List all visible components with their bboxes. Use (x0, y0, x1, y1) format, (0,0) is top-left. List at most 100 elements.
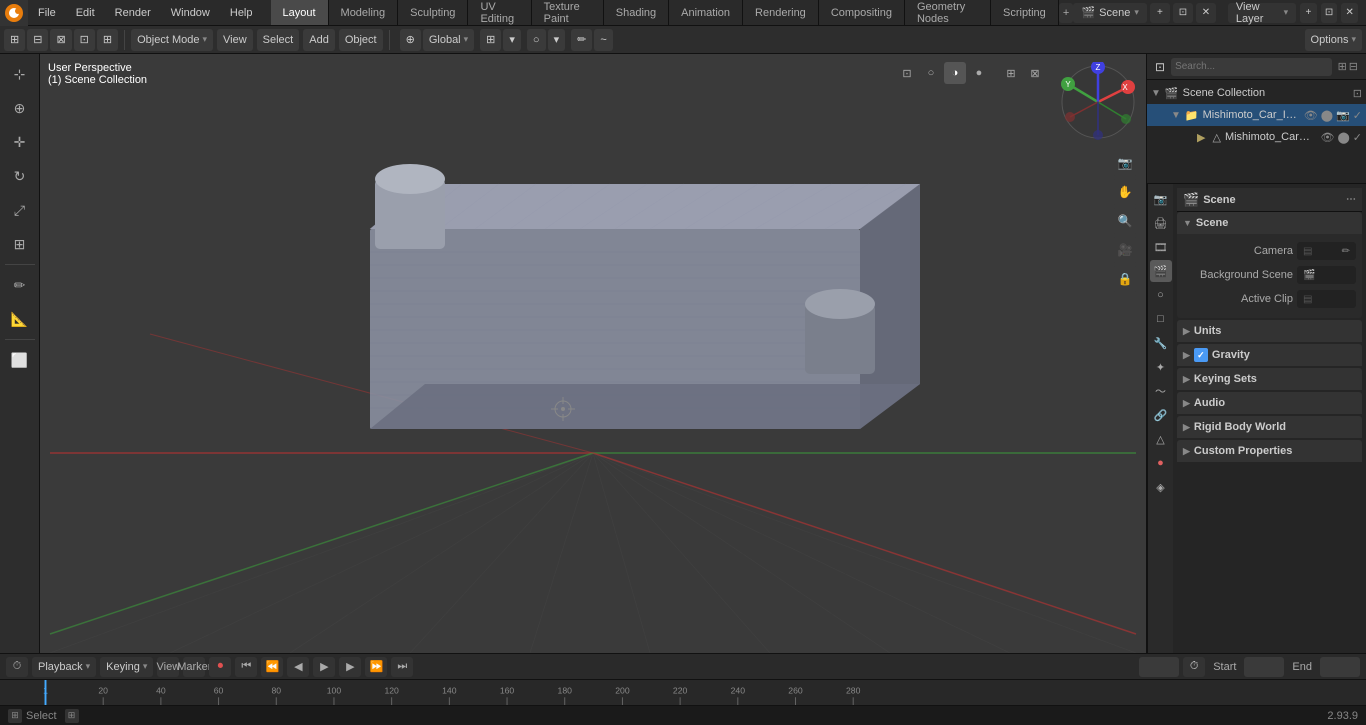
end-frame-input[interactable]: 250 (1320, 657, 1360, 677)
outliner-sort-btn[interactable]: ⊟ (1349, 60, 1358, 73)
item1-dot[interactable]: ⬤ (1321, 109, 1333, 122)
item1-camera[interactable]: 📷 (1336, 109, 1350, 122)
next-frame-button[interactable]: ⏩ (365, 657, 387, 677)
scene-unlink-button[interactable]: ✕ (1196, 3, 1216, 23)
add-workspace-button[interactable]: + (1059, 3, 1074, 23)
view-layer-options[interactable]: ⊡ (1321, 3, 1338, 23)
workspace-layout[interactable]: Layout (271, 0, 329, 25)
menu-help[interactable]: Help (220, 0, 263, 25)
snap-option[interactable]: ▾ (503, 29, 521, 51)
transform-axes[interactable]: ⊕ (400, 29, 421, 51)
view-menu[interactable]: View (217, 29, 253, 51)
nav-gizmo[interactable]: X Y Z (1058, 62, 1138, 142)
item2-dot[interactable]: ⬤ (1337, 131, 1349, 144)
annotation-btn[interactable]: ✏ (571, 29, 592, 51)
custom-props-header[interactable]: ▶ Custom Properties (1177, 440, 1362, 462)
lock-button[interactable]: 🔒 (1112, 266, 1138, 292)
workspace-scripting[interactable]: Scripting (991, 0, 1059, 25)
tool-select[interactable]: ⊹ (4, 58, 36, 90)
scene-add-button[interactable]: + (1150, 3, 1170, 23)
play-button[interactable]: ▶ (313, 657, 335, 677)
rendered-button[interactable]: ● (968, 62, 990, 84)
workspace-rendering[interactable]: Rendering (743, 0, 819, 25)
outliner-type-icon[interactable]: ⊡ (1155, 60, 1165, 74)
scene-section-header[interactable]: ▼ Scene (1177, 212, 1362, 234)
xray-button[interactable]: ⊠ (1024, 62, 1046, 84)
workspace-compositing[interactable]: Compositing (819, 0, 905, 25)
add-menu[interactable]: Add (303, 29, 335, 51)
units-section-header[interactable]: ▶ Units (1177, 320, 1362, 342)
material-button[interactable]: ◑ (944, 62, 966, 84)
outliner-search[interactable] (1171, 58, 1332, 76)
playback-dropdown[interactable]: Playback ▾ (32, 657, 96, 677)
mode-icon-1[interactable]: ⊞ (4, 29, 25, 51)
overlay-button[interactable]: ⊞ (1000, 62, 1022, 84)
camera2-button[interactable]: 🎥 (1112, 237, 1138, 263)
tool-measure[interactable]: 📐 (4, 303, 36, 335)
background-scene-value[interactable]: 🎬 (1297, 266, 1356, 284)
record-button[interactable]: ⏺ (209, 657, 231, 677)
view-layer-unlink[interactable]: ✕ (1341, 3, 1358, 23)
item2-eye[interactable]: 👁 (1321, 131, 1335, 144)
tool-cursor[interactable]: ⊕ (4, 92, 36, 124)
workspace-sculpting[interactable]: Sculpting (398, 0, 468, 25)
scene-selector[interactable]: 🎬 Scene ▾ (1073, 3, 1146, 23)
menu-window[interactable]: Window (161, 0, 220, 25)
workspace-animation[interactable]: Animation (669, 0, 743, 25)
workspace-uv-editing[interactable]: UV Editing (468, 0, 531, 25)
mode-icon-5[interactable]: ⊞ (97, 29, 118, 51)
prev-frame-button[interactable]: ⏪ (261, 657, 283, 677)
item1-eye[interactable]: 👁 (1304, 109, 1318, 122)
zoom-button[interactable]: 🔍 (1112, 208, 1138, 234)
menu-edit[interactable]: Edit (66, 0, 105, 25)
jump-start-button[interactable]: ⏮ (235, 657, 257, 677)
timeline-mode-btn[interactable]: ⏱ (6, 657, 28, 677)
select-menu[interactable]: Select (257, 29, 300, 51)
gravity-section-header[interactable]: ▶ ✓ Gravity (1177, 344, 1362, 366)
frame-clock-btn[interactable]: ⏱ (1183, 657, 1205, 677)
object-menu[interactable]: Object (339, 29, 383, 51)
keying-sets-header[interactable]: ▶ Keying Sets (1177, 368, 1362, 390)
props-shader-icon[interactable]: ◈ (1150, 476, 1172, 498)
jump-end-button[interactable]: ⏭ (391, 657, 413, 677)
timeline-marker-btn[interactable]: Marker (183, 657, 205, 677)
props-material-icon[interactable]: ● (1150, 452, 1172, 474)
workspace-shading[interactable]: Shading (604, 0, 669, 25)
gravity-checkbox[interactable]: ✓ (1194, 348, 1208, 362)
tool-transform[interactable]: ⊞ (4, 228, 36, 260)
mode-icon-4[interactable]: ⊡ (74, 29, 95, 51)
props-world-icon[interactable]: ○ (1150, 284, 1172, 306)
tool-move[interactable]: ✛ (4, 126, 36, 158)
item1-check[interactable]: ✓ (1353, 109, 1362, 122)
wireframe-button[interactable]: ⊡ (896, 62, 918, 84)
solid-button[interactable]: ○ (920, 62, 942, 84)
viewport-3d[interactable]: User Perspective (1) Scene Collection X … (40, 54, 1146, 653)
start-frame-input[interactable]: 1 (1244, 657, 1284, 677)
scene-options-button[interactable]: ⊡ (1173, 3, 1193, 23)
collection-filter-icon[interactable]: ⊡ (1353, 87, 1362, 100)
props-constraints-icon[interactable]: 🔗 (1150, 404, 1172, 426)
outliner-item-2[interactable]: ▶ △ Mishimoto_Car_Intercool... 👁 ⬤ ✓ (1147, 126, 1366, 148)
workspace-geometry-nodes[interactable]: Geometry Nodes (905, 0, 991, 25)
tool-add-cube[interactable]: ⬜ (4, 344, 36, 376)
transform-space[interactable]: Global ▾ (423, 29, 474, 51)
next-keyframe-button[interactable]: ▶ (339, 657, 361, 677)
object-mode-dropdown[interactable]: Object Mode ▾ (131, 29, 213, 51)
outliner-filter-btn[interactable]: ⊞ (1338, 60, 1347, 73)
menu-file[interactable]: File (28, 0, 66, 25)
props-object-icon[interactable]: □ (1150, 308, 1172, 330)
view-layer-add[interactable]: + (1300, 3, 1317, 23)
grease-btn[interactable]: ~ (594, 29, 612, 51)
tool-scale[interactable]: ⤢ (4, 194, 36, 226)
timeline-view-btn[interactable]: View (157, 657, 179, 677)
snap-btn[interactable]: ⊞ (480, 29, 501, 51)
active-clip-value[interactable]: ▤ (1297, 290, 1356, 308)
camera-view-button[interactable]: 📷 (1112, 150, 1138, 176)
props-data-icon[interactable]: △ (1150, 428, 1172, 450)
scene-header-options[interactable]: ⋯ (1346, 194, 1356, 205)
camera-value[interactable]: ▤ ✏ (1297, 242, 1356, 260)
tool-annotate[interactable]: ✏ (4, 269, 36, 301)
item2-check[interactable]: ✓ (1353, 131, 1362, 144)
view-layer-selector[interactable]: View Layer ▾ (1228, 3, 1296, 23)
props-modifier-icon[interactable]: 🔧 (1150, 332, 1172, 354)
